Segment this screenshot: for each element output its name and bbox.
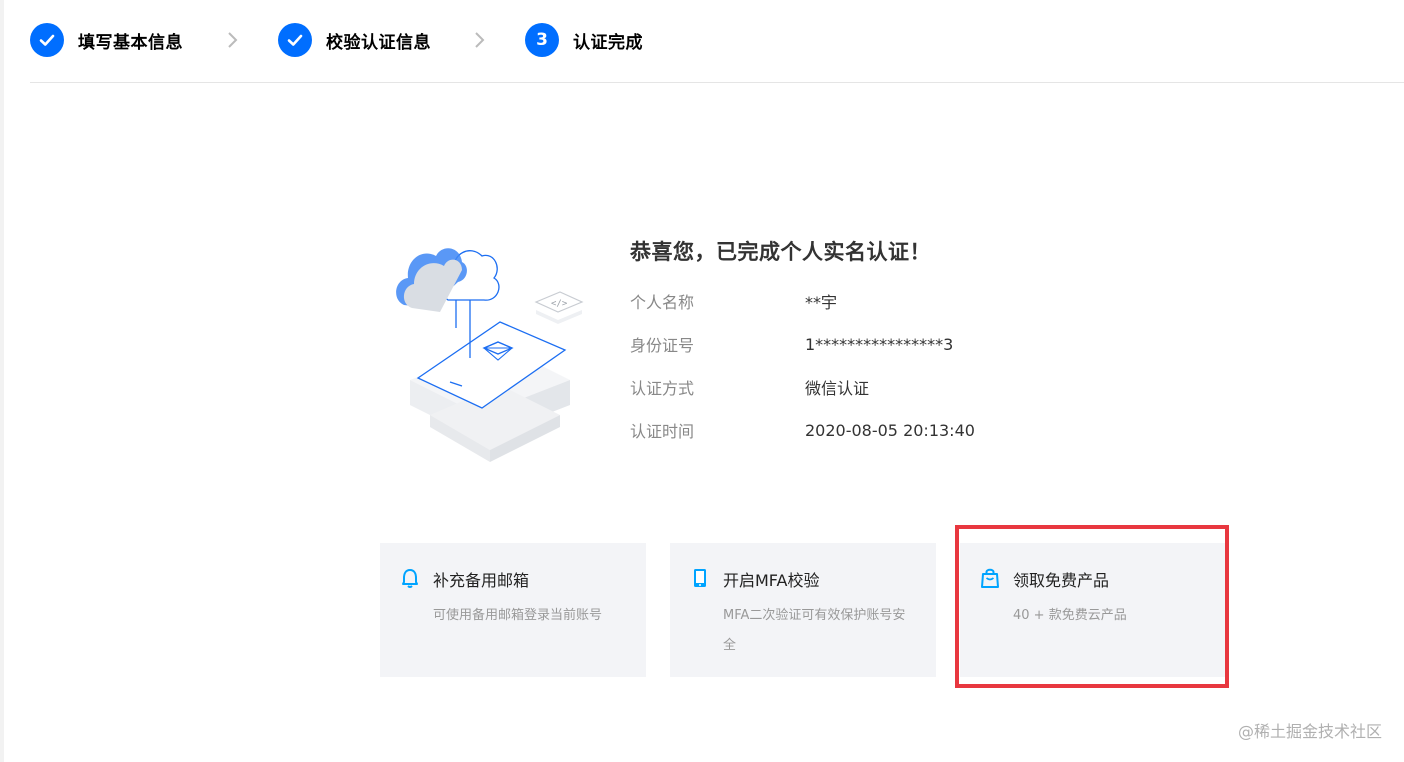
highlight-box (955, 525, 1229, 688)
info-value: 微信认证 (805, 379, 870, 398)
info-key: 身份证号 (630, 336, 695, 355)
info-key: 个人名称 (630, 293, 695, 312)
info-key: 认证方式 (630, 379, 695, 398)
card-title: 开启MFA校验 (723, 571, 820, 590)
step-label: 填写基本信息 (78, 32, 183, 53)
chevron-right-icon (475, 32, 485, 48)
phone-icon (694, 569, 706, 587)
card-mfa[interactable]: 开启MFA校验 MFA二次验证可有效保护账号安全 (670, 543, 936, 677)
step-3[interactable]: 3 认证完成 (525, 20, 643, 60)
step-2[interactable]: 校验认证信息 (278, 20, 431, 60)
info-row-name: 个人名称 **宇 (630, 288, 837, 314)
info-row-id: 身份证号 1****************3 (630, 331, 953, 357)
card-title: 补充备用邮箱 (433, 571, 530, 590)
steps-bar: 填写基本信息 校验认证信息 3 认证完成 (30, 20, 1404, 60)
card-description: 可使用备用邮箱登录当前账号 (433, 608, 603, 623)
left-border (0, 0, 4, 762)
result-title: 恭喜您，已完成个人实名认证！ (630, 240, 931, 264)
info-row-time: 认证时间 2020-08-05 20:13:40 (630, 417, 975, 443)
watermark: @稀土掘金技术社区 (1237, 722, 1382, 741)
check-icon (30, 23, 64, 57)
step-label: 认证完成 (573, 32, 643, 53)
info-row-method: 认证方式 微信认证 (630, 374, 869, 400)
divider (30, 82, 1404, 83)
check-icon (278, 23, 312, 57)
card-description: MFA二次验证可有效保护账号安全 (723, 608, 906, 653)
chevron-right-icon (228, 32, 238, 48)
step-label: 校验认证信息 (326, 32, 431, 53)
step-1[interactable]: 填写基本信息 (30, 20, 183, 60)
info-value: 2020-08-05 20:13:40 (805, 420, 975, 440)
bell-icon (402, 569, 418, 588)
card-backup-email[interactable]: 补充备用邮箱 可使用备用邮箱登录当前账号 (380, 543, 646, 677)
cloud-certificate-illustration: </> (396, 248, 584, 462)
info-value: **宇 (805, 293, 838, 312)
svg-text:</>: </> (551, 299, 568, 309)
info-value: 1****************3 (805, 334, 954, 354)
info-key: 认证时间 (630, 422, 695, 441)
step-number: 3 (525, 23, 559, 57)
